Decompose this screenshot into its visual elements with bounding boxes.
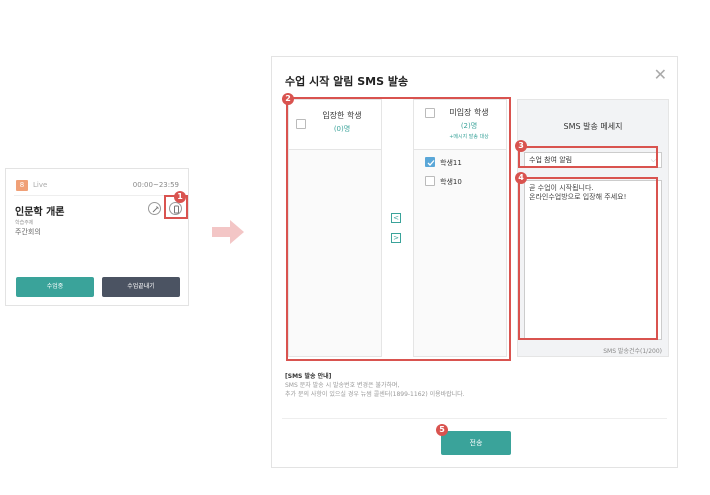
marker-1: 1 [174,191,186,203]
send-button[interactable]: 전송 [441,431,511,455]
class-title: 인문학 개론 [15,207,65,218]
marker-5: 5 [436,424,448,436]
sms-modal: 수업 시작 알림 SMS 발송 ✕ 입장한 학생 (0)명 < > 미입장 학생… [271,56,678,468]
sms-guide: [SMS 발송 안내] SMS 문자 발송 시 발송번호 변경은 불가하며, 추… [285,372,465,399]
session-badge: 8 [16,180,28,191]
edit-button[interactable] [148,202,161,215]
class-subject: 주간회의 [15,228,41,236]
marker-2: 2 [282,93,294,105]
arrow-right-icon [212,220,244,244]
end-class-button[interactable]: 수업끝내기 [102,277,180,297]
in-class-button[interactable]: 수업중 [16,277,94,297]
marker-4: 4 [515,172,527,184]
class-card: 8 Live 00:00~23:59 인문학 개론 학습주제 주간회의 1 수업… [5,168,189,306]
marker-3: 3 [515,140,527,152]
guide-line: SMS 문자 발송 시 발송번호 변경은 불가하며, [285,382,400,389]
guide-title: [SMS 발송 안내] [285,373,332,380]
sms-counter: SMS 발송건수(1/200) [603,348,662,355]
highlight-template-select [518,146,658,168]
guide-line: 추가 문의 사항이 있으실 경우 뉴썸 콜센터(1899-1162) 이용바랍니… [285,391,465,398]
sms-panel-title: SMS 발송 메세지 [563,122,623,131]
modal-title: 수업 시작 알림 SMS 발송 [285,75,409,88]
highlight-message-area [518,177,658,340]
close-icon[interactable]: ✕ [654,67,667,83]
footer-divider [282,418,667,419]
class-time: 00:00~23:59 [132,181,179,189]
class-subject-label: 학습주제 [15,220,34,226]
pencil-icon [152,206,159,213]
live-label: Live [33,181,48,189]
card-divider [14,195,180,196]
highlight-student-panels [286,97,511,361]
